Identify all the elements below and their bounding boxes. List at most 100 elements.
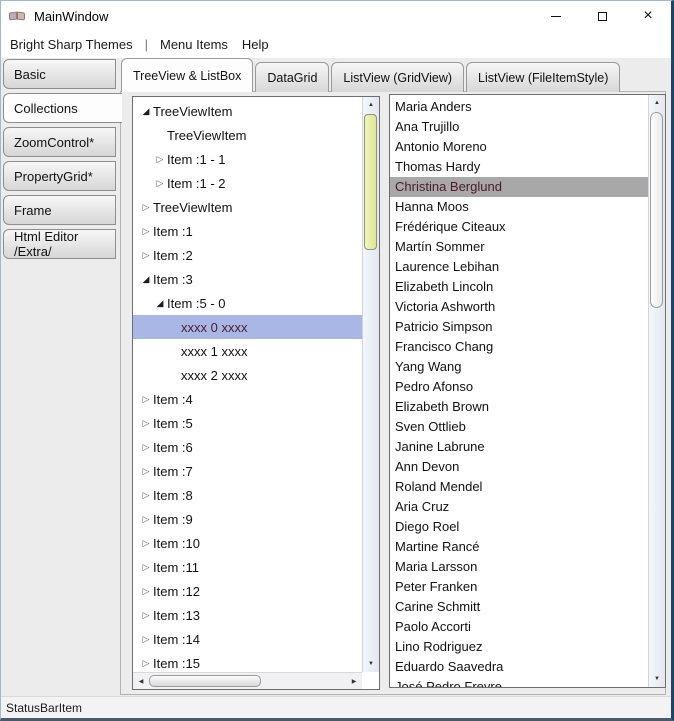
expander-collapsed-icon[interactable]: ▷ [139,514,153,525]
tree-item[interactable]: ▷Item :9 [133,507,362,531]
expander-collapsed-icon[interactable]: ▷ [139,250,153,261]
tree-item[interactable]: ▷Item :12 [133,579,362,603]
tree-vertical-scrollbar[interactable]: ▲ ▼ [362,97,379,672]
tree-item[interactable]: ◢Item :3 [133,267,362,291]
list-item[interactable]: Roland Mendel [390,477,648,497]
list-item[interactable]: Ann Devon [390,457,648,477]
tree-item[interactable]: xxxx 1 xxxx [133,339,362,363]
list-item[interactable]: Frédérique Citeaux [390,217,648,237]
list-item[interactable]: Sven Ottlieb [390,417,648,437]
side-tab-zoomcontrol[interactable]: ZoomControl* [3,127,116,157]
tree-scrollbar-thumb[interactable] [364,114,377,250]
expander-expanded-icon[interactable]: ◢ [139,274,153,285]
tree-item[interactable]: ▷Item :1 [133,219,362,243]
expander-collapsed-icon[interactable]: ▷ [139,226,153,237]
expander-collapsed-icon[interactable]: ▷ [153,154,167,165]
list-item[interactable]: Pedro Afonso [390,377,648,397]
list-item[interactable]: Aria Cruz [390,497,648,517]
expander-collapsed-icon[interactable]: ▷ [139,394,153,405]
side-tab-html-editor-extra[interactable]: Html Editor /Extra/ [3,229,116,259]
list-item[interactable]: Martine Rancé [390,537,648,557]
tree-item[interactable]: xxxx 2 xxxx [133,363,362,387]
top-tab-datagrid[interactable]: DataGrid [255,62,329,92]
list-vertical-scrollbar[interactable]: ▲ ▼ [648,95,665,687]
tree-item[interactable]: TreeViewItem [133,123,362,147]
tree-item[interactable]: ▷Item :7 [133,459,362,483]
scroll-down-icon[interactable]: ▼ [363,656,379,672]
tree-item[interactable]: ▷Item :10 [133,531,362,555]
list-item[interactable]: Patricio Simpson [390,317,648,337]
scroll-down-icon[interactable]: ▼ [649,671,665,687]
tree-item[interactable]: ◢Item :5 - 0 [133,291,362,315]
expander-collapsed-icon[interactable]: ▷ [139,442,153,453]
tree-item[interactable]: ▷Item :2 [133,243,362,267]
list-item[interactable]: Laurence Lebihan [390,257,648,277]
tree-item[interactable]: ▷Item :14 [133,627,362,651]
list-item[interactable]: Ana Trujillo [390,117,648,137]
list-item[interactable]: Yang Wang [390,357,648,377]
scroll-left-icon[interactable]: ◀ [133,673,149,689]
tree-item[interactable]: ▷Item :13 [133,603,362,627]
expander-collapsed-icon[interactable]: ▷ [139,610,153,621]
expander-collapsed-icon[interactable]: ▷ [139,490,153,501]
menu-item-help[interactable]: Help [235,33,276,56]
scroll-right-icon[interactable]: ▶ [346,673,362,689]
list-item[interactable]: Janine Labrune [390,437,648,457]
list-item[interactable]: Maria Anders [390,97,648,117]
side-tab-basic[interactable]: Basic [3,59,116,89]
side-tab-propertygrid[interactable]: PropertyGrid* [3,161,116,191]
tree-item[interactable]: xxxx 0 xxxx [133,315,362,339]
expander-expanded-icon[interactable]: ◢ [153,298,167,309]
list-item[interactable]: Francisco Chang [390,337,648,357]
list-item[interactable]: Paolo Accorti [390,617,648,637]
side-tab-frame[interactable]: Frame [3,195,116,225]
list-item[interactable]: José Pedro Freyre [390,677,648,687]
list-item[interactable]: Diego Roel [390,517,648,537]
top-tab-listview-fileitemstyle[interactable]: ListView (FileItemStyle) [466,62,620,92]
list-item[interactable]: Lino Rodriguez [390,637,648,657]
expander-collapsed-icon[interactable]: ▷ [139,466,153,477]
close-button[interactable]: × [625,1,671,31]
expander-collapsed-icon[interactable]: ▷ [139,202,153,213]
side-tab-collections[interactable]: Collections [3,93,122,123]
list-scrollbar-thumb[interactable] [650,112,663,308]
list-item[interactable]: Peter Franken [390,577,648,597]
maximize-button[interactable] [579,1,625,31]
tree-item[interactable]: ▷Item :1 - 2 [133,171,362,195]
tree-item[interactable]: ▷Item :4 [133,387,362,411]
top-tab-treeview-listbox[interactable]: TreeView & ListBox [121,58,253,92]
tree-item[interactable]: ▷Item :8 [133,483,362,507]
tree-item[interactable]: ▷Item :1 - 1 [133,147,362,171]
list-item[interactable]: Maria Larsson [390,557,648,577]
list-item[interactable]: Thomas Hardy [390,157,648,177]
expander-collapsed-icon[interactable]: ▷ [139,634,153,645]
tree-horizontal-scrollbar[interactable]: ◀ ▶ [133,672,362,689]
list-item[interactable]: Antonio Moreno [390,137,648,157]
list-item[interactable]: Elizabeth Lincoln [390,277,648,297]
tree-item[interactable]: ▷Item :6 [133,435,362,459]
expander-collapsed-icon[interactable]: ▷ [139,418,153,429]
scroll-up-icon[interactable]: ▲ [649,95,665,111]
tree-item[interactable]: ◢TreeViewItem [133,99,362,123]
menu-item-bright-sharp-themes[interactable]: Bright Sharp Themes [3,33,140,56]
minimize-button[interactable] [533,1,579,31]
tree-item[interactable]: ▷TreeViewItem [133,195,362,219]
list-item[interactable]: Christina Berglund [390,177,648,197]
expander-collapsed-icon[interactable]: ▷ [139,538,153,549]
list-item[interactable]: Hanna Moos [390,197,648,217]
list-item[interactable]: Carine Schmitt [390,597,648,617]
tree-item[interactable]: ▷Item :11 [133,555,362,579]
expander-collapsed-icon[interactable]: ▷ [139,562,153,573]
expander-expanded-icon[interactable]: ◢ [139,106,153,117]
list-item[interactable]: Elizabeth Brown [390,397,648,417]
list-item[interactable]: Victoria Ashworth [390,297,648,317]
expander-collapsed-icon[interactable]: ▷ [139,658,153,669]
scroll-up-icon[interactable]: ▲ [363,97,379,113]
expander-collapsed-icon[interactable]: ▷ [139,586,153,597]
list-item[interactable]: Martín Sommer [390,237,648,257]
tree-item[interactable]: ▷Item :5 [133,411,362,435]
tree-hscrollbar-thumb[interactable] [149,675,261,687]
menu-item-menu-items[interactable]: Menu Items [153,33,235,56]
top-tab-listview-gridview[interactable]: ListView (GridView) [331,62,464,92]
list-item[interactable]: Eduardo Saavedra [390,657,648,677]
